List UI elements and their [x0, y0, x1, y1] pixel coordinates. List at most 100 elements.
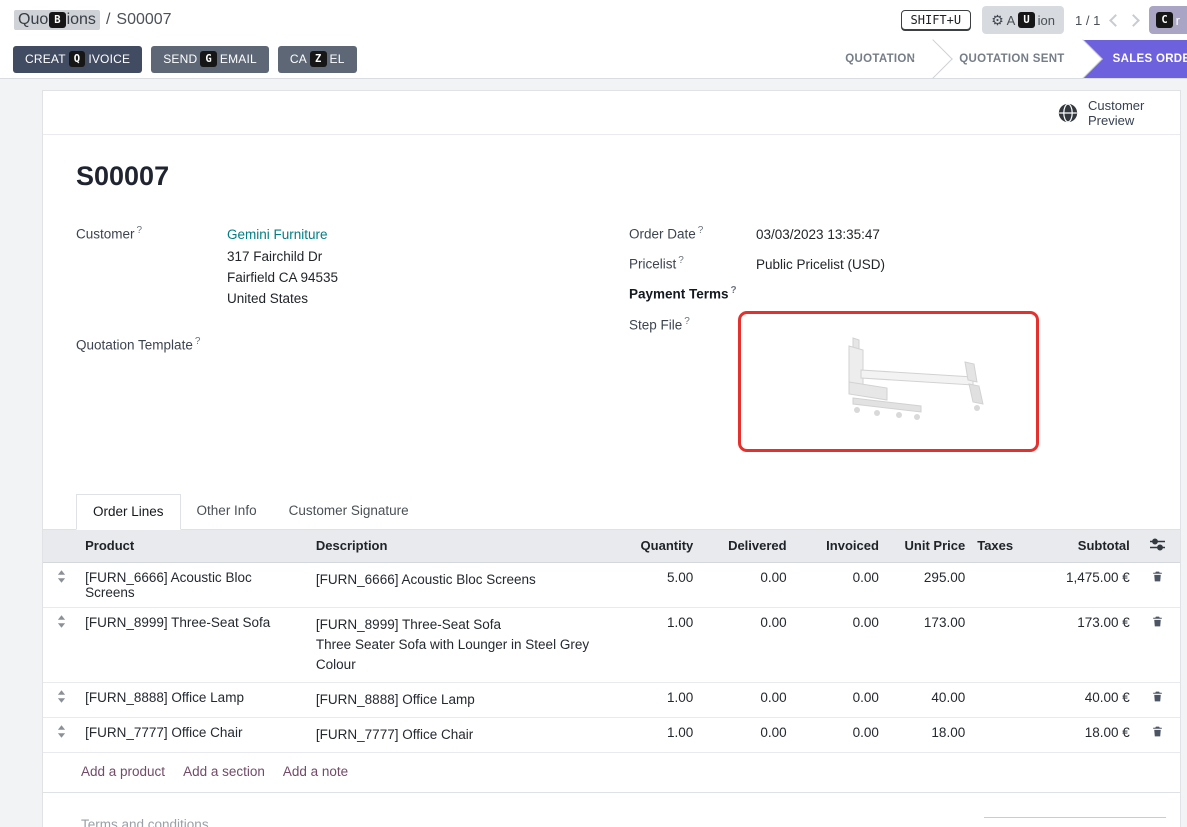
customer-address-line: United States	[227, 288, 338, 309]
line-quantity-cell[interactable]: 1.00	[609, 682, 699, 717]
line-invoiced-cell[interactable]: 0.00	[793, 562, 885, 607]
description-column-header: Description	[310, 530, 609, 563]
customer-link[interactable]: Gemini Furniture	[227, 227, 328, 242]
form-sheet: S00007 Customer? Gemini Furniture 317 Fa…	[43, 135, 1180, 461]
add-note-link[interactable]: Add a note	[283, 764, 348, 779]
order-line-row: [FURN_7777] Office Chair [FURN_7777] Off…	[43, 717, 1180, 752]
globe-icon	[1057, 102, 1079, 124]
order-total: Total: 1,706.00 €	[984, 817, 1166, 827]
tab-order-lines[interactable]: Order Lines	[76, 494, 181, 530]
action-menu-button[interactable]: ⚙ A U ion	[982, 6, 1064, 34]
status-step-quotation[interactable]: QUOTATION	[819, 40, 933, 78]
drag-handle[interactable]	[43, 717, 79, 752]
quantity-column-header: Quantity	[609, 530, 699, 563]
breadcrumb-quotations-post: ions	[67, 11, 96, 29]
breadcrumb: Quo B ions / S00007	[14, 10, 172, 30]
line-invoiced-cell[interactable]: 0.00	[793, 717, 885, 752]
drag-handle[interactable]	[43, 607, 79, 682]
line-delivered-cell[interactable]: 0.00	[699, 562, 792, 607]
help-icon: ?	[731, 285, 737, 296]
delete-line-button[interactable]	[1136, 607, 1180, 682]
line-quantity-cell[interactable]: 1.00	[609, 717, 699, 752]
line-unit-price-cell[interactable]: 18.00	[885, 717, 971, 752]
product-column-header: Product	[79, 530, 310, 563]
create-invoice-button[interactable]: CREAT Q IVOICE	[13, 46, 142, 73]
corner-button[interactable]: C r	[1149, 6, 1187, 34]
invoiced-column-header: Invoiced	[793, 530, 885, 563]
line-product-cell[interactable]: [FURN_8999] Three-Seat Sofa	[79, 607, 310, 682]
pricelist-field-label: Pricelist?	[629, 254, 756, 272]
line-unit-price-cell[interactable]: 173.00	[885, 607, 971, 682]
order-date-field[interactable]: 03/03/2023 13:35:47	[756, 224, 880, 245]
corner-button-label: r	[1176, 13, 1180, 28]
order-line-row: [FURN_6666] Acoustic Bloc Screens [FURN_…	[43, 562, 1180, 607]
line-description-cell[interactable]: [FURN_8999] Three-Seat Sofa Three Seater…	[310, 607, 609, 682]
line-product-cell[interactable]: [FURN_6666] Acoustic Bloc Screens	[79, 562, 310, 607]
optional-columns-button[interactable]	[1150, 538, 1165, 554]
status-step-quotation-sent[interactable]: QUOTATION SENT	[933, 40, 1082, 78]
line-subtotal-cell: 18.00 €	[1031, 717, 1135, 752]
terms-and-conditions-placeholder[interactable]: Terms and conditions...	[81, 817, 220, 827]
pager-next-icon[interactable]	[1127, 14, 1140, 27]
step-file-preview[interactable]	[738, 311, 1039, 452]
delete-line-button[interactable]	[1136, 682, 1180, 717]
line-description-cell[interactable]: [FURN_6666] Acoustic Bloc Screens	[310, 562, 609, 607]
line-add-links: Add a product Add a section Add a note	[43, 753, 1180, 793]
customer-field-label: Customer?	[76, 224, 227, 242]
statusbar: QUOTATION QUOTATION SENT SALES ORDER	[819, 40, 1187, 78]
taxes-column-header: Taxes	[971, 530, 1031, 563]
tab-customer-signature[interactable]: Customer Signature	[273, 494, 425, 529]
hotkey-badge-b: B	[49, 12, 65, 28]
line-subtotal-cell: 1,475.00 €	[1031, 562, 1135, 607]
line-description-cell[interactable]: [FURN_8888] Office Lamp	[310, 682, 609, 717]
breadcrumb-current: S00007	[116, 11, 171, 29]
help-icon: ?	[195, 336, 201, 347]
line-invoiced-cell[interactable]: 0.00	[793, 682, 885, 717]
shortcut-hint-badge: SHIFT+U	[901, 10, 972, 30]
quotation-template-field-label: Quotation Template?	[76, 335, 227, 353]
line-product-cell[interactable]: [FURN_7777] Office Chair	[79, 717, 310, 752]
line-quantity-cell[interactable]: 1.00	[609, 607, 699, 682]
form-status-row: Customer Preview	[43, 91, 1180, 135]
add-section-link[interactable]: Add a section	[183, 764, 265, 779]
line-unit-price-cell[interactable]: 295.00	[885, 562, 971, 607]
line-delivered-cell[interactable]: 0.00	[699, 717, 792, 752]
line-product-cell[interactable]: [FURN_8888] Office Lamp	[79, 682, 310, 717]
line-taxes-cell[interactable]	[971, 682, 1031, 717]
line-taxes-cell[interactable]	[971, 717, 1031, 752]
customer-address-line: 317 Fairchild Dr	[227, 246, 338, 267]
breadcrumb-quotations-link[interactable]: Quo B ions	[14, 10, 100, 30]
line-invoiced-cell[interactable]: 0.00	[793, 607, 885, 682]
delete-line-button[interactable]	[1136, 562, 1180, 607]
line-taxes-cell[interactable]	[971, 562, 1031, 607]
form-left-column: Customer? Gemini Furniture 317 Fairchild…	[76, 224, 629, 461]
help-icon: ?	[684, 316, 690, 327]
trash-icon	[1151, 725, 1164, 738]
order-line-row: [FURN_8999] Three-Seat Sofa [FURN_8999] …	[43, 607, 1180, 682]
line-subtotal-cell: 40.00 €	[1031, 682, 1135, 717]
delete-line-button[interactable]	[1136, 717, 1180, 752]
cancel-button[interactable]: CA Z EL	[278, 46, 357, 73]
line-delivered-cell[interactable]: 0.00	[699, 607, 792, 682]
line-description-cell[interactable]: [FURN_7777] Office Chair	[310, 717, 609, 752]
help-icon: ?	[698, 225, 704, 236]
line-quantity-cell[interactable]: 5.00	[609, 562, 699, 607]
tab-other-info[interactable]: Other Info	[181, 494, 273, 529]
trash-icon	[1151, 690, 1164, 703]
form-right-column: Order Date? 03/03/2023 13:35:47 Pricelis…	[629, 224, 1160, 461]
pager-previous-icon[interactable]	[1109, 14, 1122, 27]
line-taxes-cell[interactable]	[971, 607, 1031, 682]
line-delivered-cell[interactable]: 0.00	[699, 682, 792, 717]
line-unit-price-cell[interactable]: 40.00	[885, 682, 971, 717]
form-footer: Terms and conditions... Total: 1,706.00 …	[43, 793, 1180, 827]
customer-preview-button[interactable]: Customer Preview	[1051, 97, 1158, 129]
cancel-label-pre: CA	[290, 52, 307, 66]
send-email-label-pre: SEND	[163, 52, 197, 66]
pricelist-field[interactable]: Public Pricelist (USD)	[756, 254, 885, 275]
add-product-link[interactable]: Add a product	[81, 764, 165, 779]
send-email-button[interactable]: SEND G EMAIL	[151, 46, 269, 73]
drag-handle[interactable]	[43, 682, 79, 717]
drag-handle[interactable]	[43, 562, 79, 607]
drag-handle-column-header	[43, 530, 79, 563]
action-label-post: ion	[1038, 13, 1055, 28]
